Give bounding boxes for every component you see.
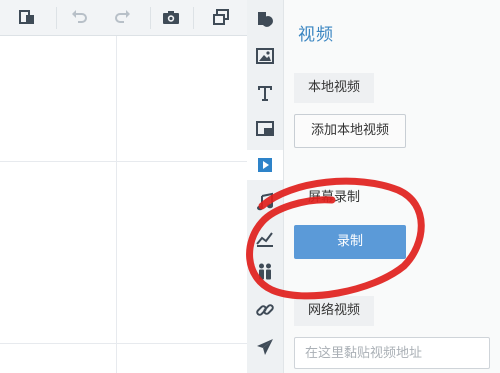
shape-icon[interactable] <box>247 4 283 34</box>
paste-icon[interactable] <box>16 6 38 28</box>
toolbar-separator <box>150 7 151 29</box>
local-video-section-label: 本地视频 <box>294 73 375 103</box>
toolbar-separator <box>56 7 57 29</box>
people-icon[interactable] <box>247 257 283 287</box>
add-local-video-button[interactable]: 添加本地视频 <box>294 114 406 148</box>
insert-icon-strip <box>247 0 284 373</box>
screen-record-section-label: 屏幕录制 <box>308 190 361 205</box>
network-video-section-label: 网络视频 <box>294 296 375 326</box>
chart-icon[interactable] <box>247 223 283 253</box>
undo-icon[interactable] <box>68 6 90 28</box>
grid-line <box>0 161 247 162</box>
record-button[interactable]: 录制 <box>294 225 406 259</box>
grid-line <box>0 343 247 344</box>
toolbar-separator <box>193 7 194 29</box>
camera-icon[interactable] <box>160 6 182 28</box>
video-panel: 视频 本地视频 添加本地视频 屏幕录制 录制 网络视频 <box>284 0 500 373</box>
frame-icon[interactable] <box>247 114 283 144</box>
top-toolbar <box>0 0 247 36</box>
grid-line <box>116 36 117 373</box>
video-url-input[interactable] <box>294 337 490 369</box>
music-icon[interactable] <box>247 187 283 217</box>
image-icon[interactable] <box>247 41 283 71</box>
text-icon[interactable] <box>247 78 283 108</box>
video-icon[interactable] <box>247 150 283 180</box>
redo-icon[interactable] <box>112 6 134 28</box>
canvas-area[interactable] <box>0 0 248 373</box>
window-icon[interactable] <box>210 6 232 28</box>
panel-title: 视频 <box>298 25 334 45</box>
link-icon[interactable] <box>247 295 283 325</box>
airplane-icon[interactable] <box>247 332 283 362</box>
